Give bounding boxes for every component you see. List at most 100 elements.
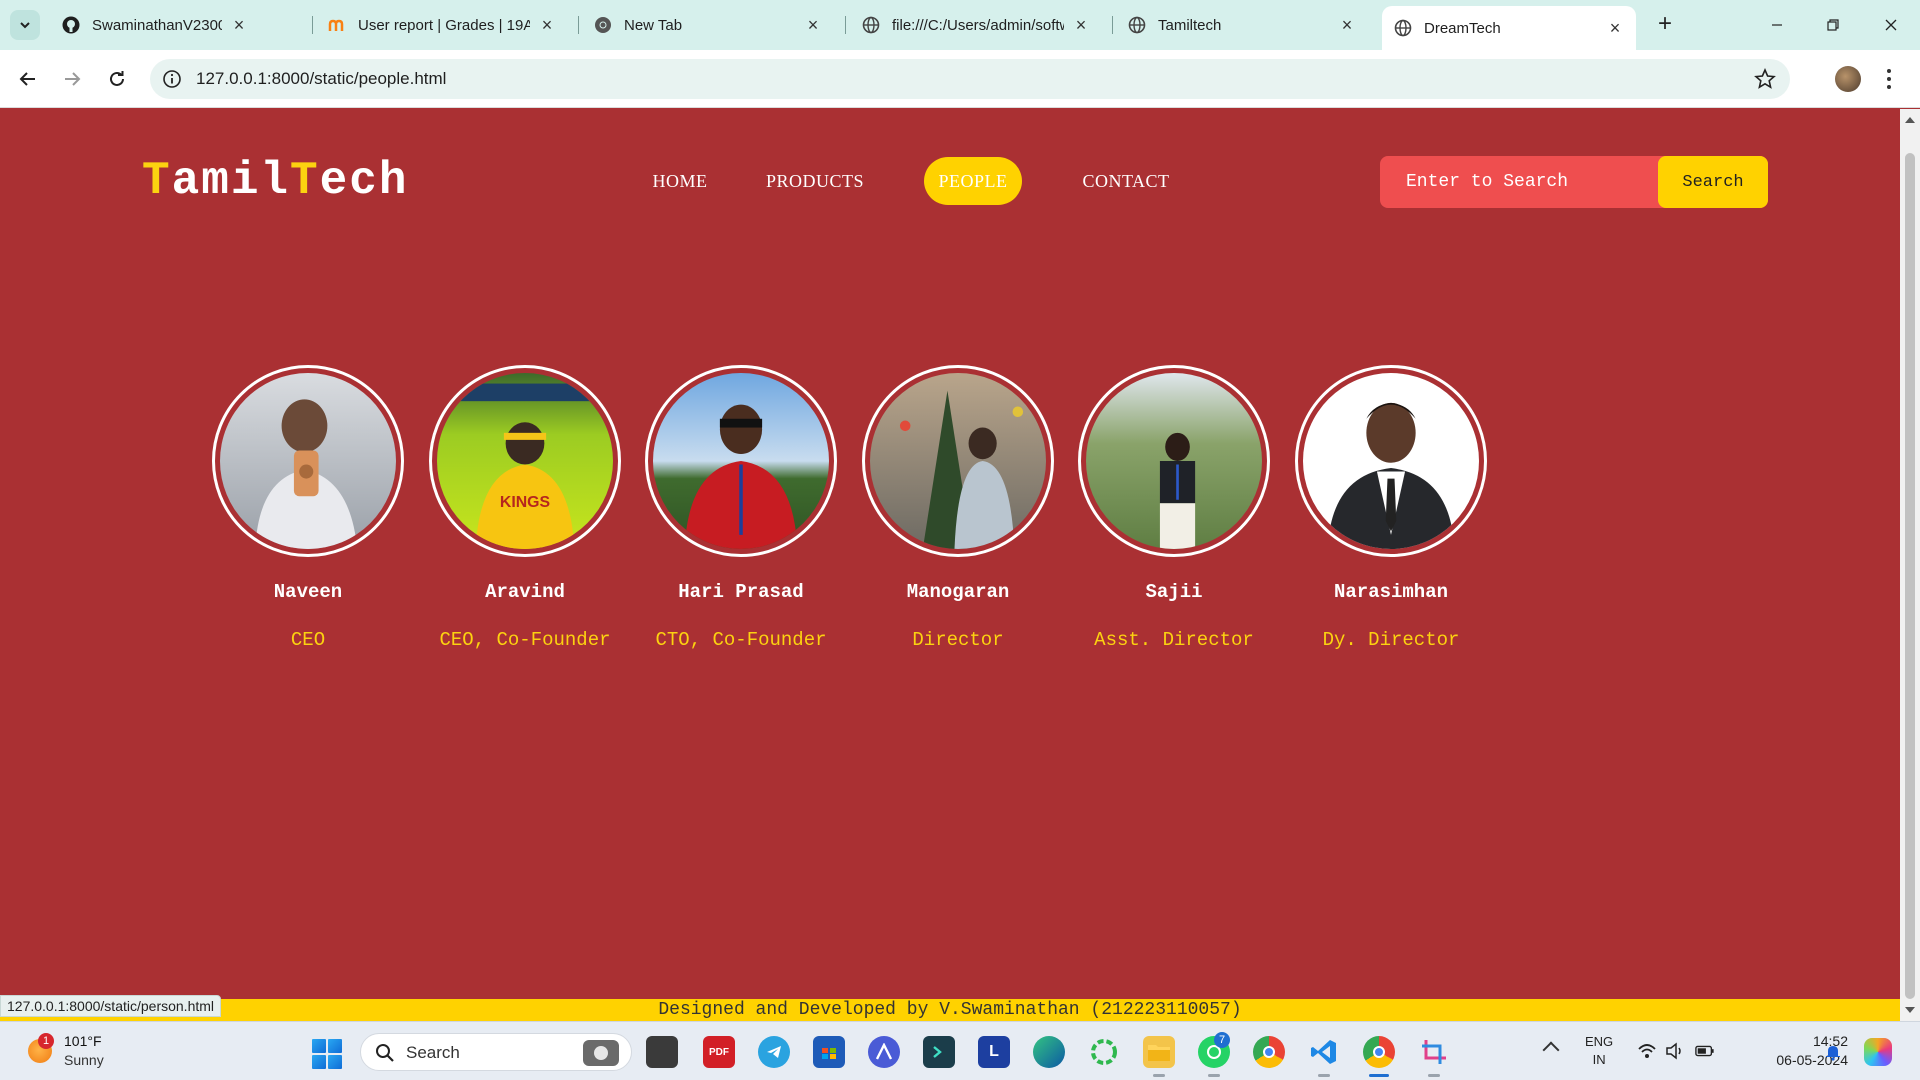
file-explorer-icon[interactable] <box>1143 1036 1175 1068</box>
person-photo-frame[interactable] <box>1078 365 1270 557</box>
nav-people[interactable]: PEOPLE <box>924 157 1022 205</box>
close-tab-icon[interactable]: × <box>1072 15 1090 35</box>
person-card[interactable]: Naveen CEO <box>208 365 408 651</box>
snipping-tool-icon[interactable] <box>1418 1036 1450 1068</box>
close-window-button[interactable] <box>1876 12 1906 38</box>
person-role: CTO, Co-Founder <box>655 629 827 651</box>
person-card[interactable]: Sajii Asst. Director <box>1074 365 1274 651</box>
profile-avatar[interactable] <box>1835 66 1861 92</box>
tab-dreamtech[interactable]: DreamTech × <box>1382 6 1636 50</box>
tab-search-button[interactable] <box>10 10 40 40</box>
scroll-down-icon[interactable] <box>1905 1007 1915 1013</box>
restore-icon <box>1827 19 1839 31</box>
tab-new-tab[interactable]: New Tab × <box>582 8 834 42</box>
tab-file[interactable]: file:///C:/Users/admin/softw × <box>850 8 1102 42</box>
terminal-app-icon[interactable] <box>923 1036 955 1068</box>
url-text[interactable]: 127.0.0.1:8000/static/people.html <box>196 69 446 89</box>
search-bar: Search <box>1380 156 1768 208</box>
search-button[interactable]: Search <box>1658 156 1768 208</box>
nav-contact[interactable]: CONTACT <box>1076 157 1176 205</box>
restore-button[interactable] <box>1818 12 1848 38</box>
notification-bell-icon[interactable] <box>1824 1043 1842 1061</box>
start-button[interactable] <box>312 1039 342 1069</box>
person-card[interactable]: Manogaran Director <box>858 365 1058 651</box>
person-role: CEO <box>290 629 326 651</box>
minimize-icon <box>1772 24 1782 26</box>
person-photo-frame[interactable] <box>862 365 1054 557</box>
store-icon[interactable] <box>813 1036 845 1068</box>
show-hidden-icons-chevron-icon[interactable] <box>1542 1041 1560 1059</box>
app-active-indicator <box>1369 1074 1389 1077</box>
language-line: ENG <box>1585 1034 1614 1049</box>
app-running-indicator <box>1318 1074 1330 1077</box>
close-tab-icon[interactable]: × <box>230 15 248 35</box>
person-photo-frame[interactable] <box>645 365 837 557</box>
globe-icon <box>1128 16 1146 34</box>
l-app-icon[interactable]: L <box>978 1036 1010 1068</box>
chrome-taskbar-icon[interactable] <box>1253 1036 1285 1068</box>
vscode-icon[interactable] <box>1308 1036 1340 1068</box>
close-icon <box>1885 19 1897 31</box>
person-card[interactable]: KINGS Aravind CEO, Co-Founder <box>425 365 625 651</box>
tab-user-report[interactable]: User report | Grades | 19A × <box>316 8 568 42</box>
page-scrollbar[interactable] <box>1900 109 1920 1021</box>
person-name: Narasimhan <box>1333 581 1449 603</box>
wifi-icon[interactable] <box>1637 1042 1657 1060</box>
telegram-icon[interactable] <box>758 1036 790 1068</box>
tab-tamiltech[interactable]: Tamiltech × <box>1116 8 1368 42</box>
app-running-indicator <box>1153 1074 1165 1077</box>
search-icon <box>376 1044 394 1062</box>
person-card[interactable]: Narasimhan Dy. Director <box>1291 365 1491 651</box>
close-tab-icon[interactable]: × <box>1338 15 1356 35</box>
back-arrow-icon <box>19 72 35 86</box>
person-card[interactable]: Hari Prasad CTO, Co-Founder <box>641 365 841 651</box>
edge-icon[interactable] <box>1033 1036 1065 1068</box>
weather-widget[interactable]: 1 101°F Sunny <box>24 1031 144 1071</box>
person-photo-frame[interactable] <box>1295 365 1487 557</box>
back-button[interactable] <box>13 64 43 94</box>
browser-menu-icon[interactable] <box>1884 64 1894 94</box>
site-info-icon[interactable] <box>162 69 182 89</box>
language-indicator[interactable]: ENG IN <box>1585 1033 1613 1069</box>
task-view-icon[interactable] <box>646 1036 678 1068</box>
copilot-icon[interactable] <box>1864 1038 1892 1066</box>
person-role: Dy. Director <box>1322 629 1460 651</box>
close-tab-icon[interactable]: × <box>804 15 822 35</box>
tab-title: Tamiltech <box>1158 16 1222 34</box>
scrollbar-thumb[interactable] <box>1905 153 1915 999</box>
weather-temp: 101°F <box>64 1033 102 1049</box>
tab-github[interactable]: SwaminathanV23000747/s × <box>50 8 260 42</box>
sync-app-icon[interactable] <box>1088 1036 1120 1068</box>
minimize-button[interactable] <box>1762 12 1792 38</box>
nav-home[interactable]: HOME <box>640 157 720 205</box>
tab-title: SwaminathanV23000747/s <box>92 16 222 34</box>
site-logo[interactable]: TamilTech <box>142 155 408 207</box>
notification-badge: 1 <box>38 1033 54 1049</box>
search-input[interactable] <box>1380 156 1658 208</box>
pdf-app-icon[interactable]: PDF <box>703 1036 735 1068</box>
arc-app-icon[interactable] <box>868 1036 900 1068</box>
battery-icon[interactable] <box>1695 1042 1715 1060</box>
whatsapp-badge: 7 <box>1214 1032 1230 1048</box>
tab-title: file:///C:/Users/admin/softw <box>892 16 1064 34</box>
person-name: Manogaran <box>906 581 1010 603</box>
logo-letter: T <box>142 155 172 207</box>
forward-button[interactable] <box>57 64 87 94</box>
scroll-up-icon[interactable] <box>1905 117 1915 123</box>
page-footer: Designed and Developed by V.Swaminathan … <box>0 999 1900 1021</box>
person-photo-frame[interactable]: KINGS <box>429 365 621 557</box>
bookmark-star-icon[interactable] <box>1754 68 1776 90</box>
nav-products[interactable]: PRODUCTS <box>758 157 872 205</box>
close-tab-icon[interactable]: × <box>1606 18 1624 38</box>
reload-button[interactable] <box>102 64 132 94</box>
address-bar[interactable]: 127.0.0.1:8000/static/people.html <box>150 59 1790 99</box>
chrome-active-icon[interactable] <box>1363 1036 1395 1068</box>
forward-arrow-icon <box>65 72 81 86</box>
globe-icon <box>1394 19 1412 37</box>
volume-icon[interactable] <box>1665 1042 1685 1060</box>
taskbar-search[interactable]: Search <box>360 1033 632 1071</box>
logo-letter: T <box>290 155 320 207</box>
new-tab-button[interactable]: + <box>1652 12 1678 38</box>
close-tab-icon[interactable]: × <box>538 15 556 35</box>
person-photo-frame[interactable] <box>212 365 404 557</box>
